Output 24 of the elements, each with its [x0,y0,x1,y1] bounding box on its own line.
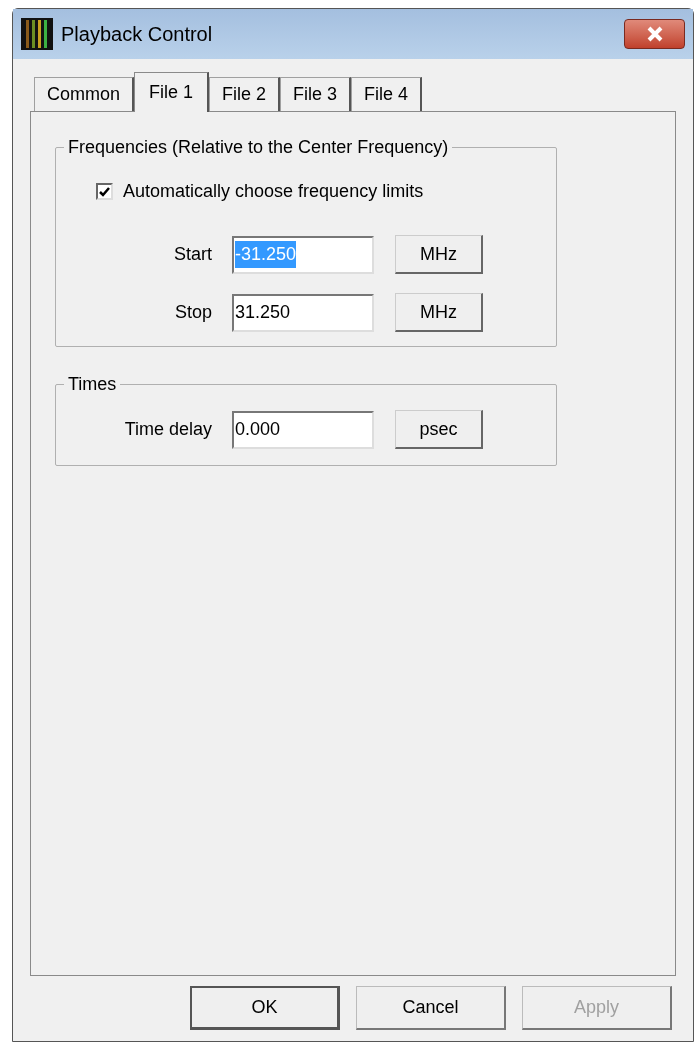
dialog-button[interactable]: Cancel [356,986,506,1030]
unit-button[interactable]: MHz [395,235,483,274]
tab[interactable]: File 3 [280,77,352,111]
field-label: Start [173,243,213,266]
field-label: Time delay [123,418,213,441]
app-icon [21,18,53,50]
checkbox-label: Automatically choose frequency limits [123,180,424,203]
field-value: 31.250 [235,301,291,324]
tab[interactable]: File 2 [209,77,281,111]
close-button[interactable] [624,19,685,49]
check-icon [99,186,110,197]
unit-button[interactable]: MHz [395,293,483,332]
field-value: 0.000 [235,418,281,441]
unit-button[interactable]: psec [395,410,483,449]
input-field[interactable]: 0.000 [232,410,374,449]
input-field[interactable]: 31.250 [232,293,374,332]
window-title: Playback Control [61,22,213,47]
field-value: -31.250 [235,241,297,268]
tab[interactable]: Common [34,77,135,111]
field-label: Stop [173,301,213,324]
tab[interactable]: File 4 [351,77,423,111]
tab[interactable]: File 1 [134,72,210,112]
checkbox[interactable] [96,183,113,200]
dialog-button[interactable]: OK [190,986,340,1030]
